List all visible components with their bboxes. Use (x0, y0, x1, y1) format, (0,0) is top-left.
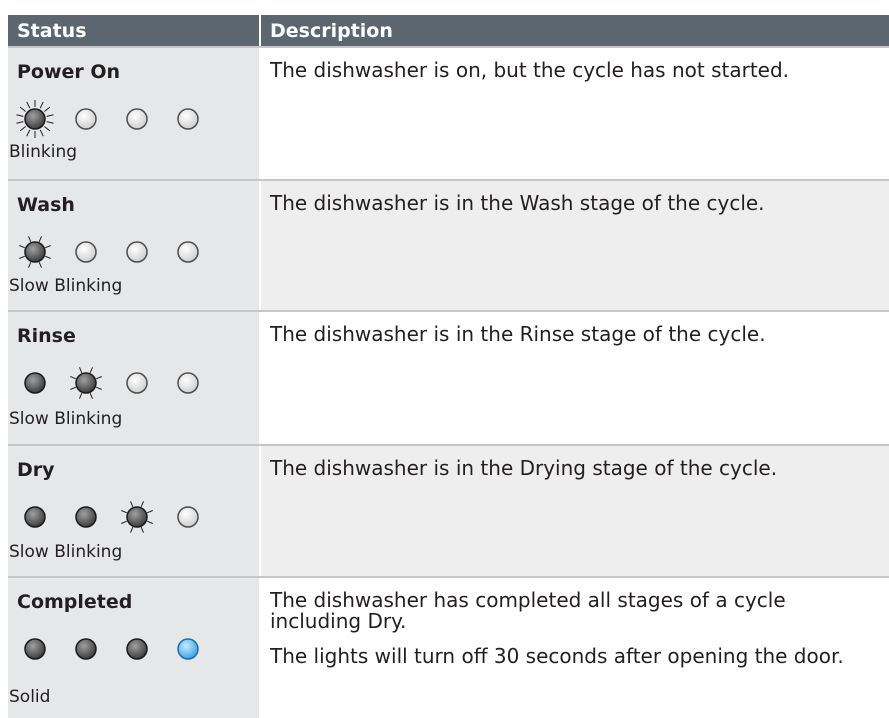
stage-name: Rinse (17, 325, 76, 347)
table-row-dry: Dry Slow Blinking The dishwasher is in t… (8, 444, 889, 576)
status-table: Status Description Power On Blinking The… (8, 15, 889, 718)
status-cell: Wash Slow Blinking (8, 181, 259, 310)
indicator-lights (16, 100, 221, 138)
status-column-header: Status (17, 19, 87, 42)
description-text: The lights will turn off 30 seconds afte… (270, 644, 844, 668)
indicator-lights (21, 367, 221, 399)
indicator-light-blink-fast (16, 100, 54, 138)
light-mode-label: Slow Blinking (9, 409, 123, 429)
stage-name: Power On (17, 61, 121, 83)
indicator-light-on (75, 506, 97, 528)
light-mode-label: Slow Blinking (9, 276, 123, 296)
description-cell: The dishwasher is on, but the cycle has … (259, 48, 889, 179)
description-text: The dishwasher is on, but the cycle has … (270, 58, 790, 82)
table-header: Status Description (8, 15, 889, 46)
indicator-light-off (177, 372, 199, 394)
light-mode-label: Solid (9, 687, 51, 707)
description-cell: The dishwasher has completed all stages … (259, 578, 889, 718)
indicator-light-on (75, 638, 97, 660)
indicator-light-off (126, 108, 148, 130)
indicator-light-on (126, 638, 148, 660)
indicator-light-blue (177, 638, 199, 660)
table-row-completed: Completed Solid The dishwasher has compl… (8, 576, 889, 718)
status-cell: Power On Blinking (8, 48, 259, 179)
status-cell: Rinse Slow Blinking (8, 312, 259, 444)
description-text: The dishwasher is in the Drying stage of… (270, 456, 778, 480)
indicator-light-off (75, 108, 97, 130)
light-mode-label: Blinking (9, 142, 78, 162)
description-cell: The dishwasher is in the Wash stage of t… (259, 181, 889, 310)
description-text: The dishwasher is in the Rinse stage of … (270, 322, 766, 346)
stage-name: Wash (17, 194, 75, 216)
indicator-light-off (126, 241, 148, 263)
status-cell: Completed Solid (8, 578, 259, 718)
indicator-light-off (177, 506, 199, 528)
indicator-light-off (126, 372, 148, 394)
description-cell: The dishwasher is in the Drying stage of… (259, 446, 889, 576)
indicator-lights (21, 636, 221, 662)
indicator-light-off (177, 108, 199, 130)
description-column-header: Description (259, 15, 889, 46)
indicator-light-blink-slow (70, 367, 102, 399)
stage-name: Dry (17, 459, 55, 481)
table-row-power-on: Power On Blinking The dishwasher is on, … (8, 46, 889, 179)
description-text: The dishwasher is in the Wash stage of t… (270, 191, 765, 215)
indicator-light-on (24, 506, 46, 528)
description-cell: The dishwasher is in the Rinse stage of … (259, 312, 889, 444)
description-text: The dishwasher has completed all stages … (270, 588, 786, 633)
table-row-wash: Wash Slow Blinking The dishwasher is in … (8, 179, 889, 310)
indicator-light-off (75, 241, 97, 263)
indicator-light-off (177, 241, 199, 263)
indicator-light-on (24, 372, 46, 394)
indicator-light-blink-slow (121, 501, 153, 533)
indicator-light-blink-slow (19, 236, 51, 268)
indicator-light-on (24, 638, 46, 660)
table-row-rinse: Rinse Slow Blinking The dishwasher is in… (8, 310, 889, 444)
light-mode-label: Slow Blinking (9, 542, 123, 562)
stage-name: Completed (17, 591, 133, 613)
indicator-lights (21, 501, 221, 533)
status-cell: Dry Slow Blinking (8, 446, 259, 576)
indicator-lights (19, 236, 221, 268)
